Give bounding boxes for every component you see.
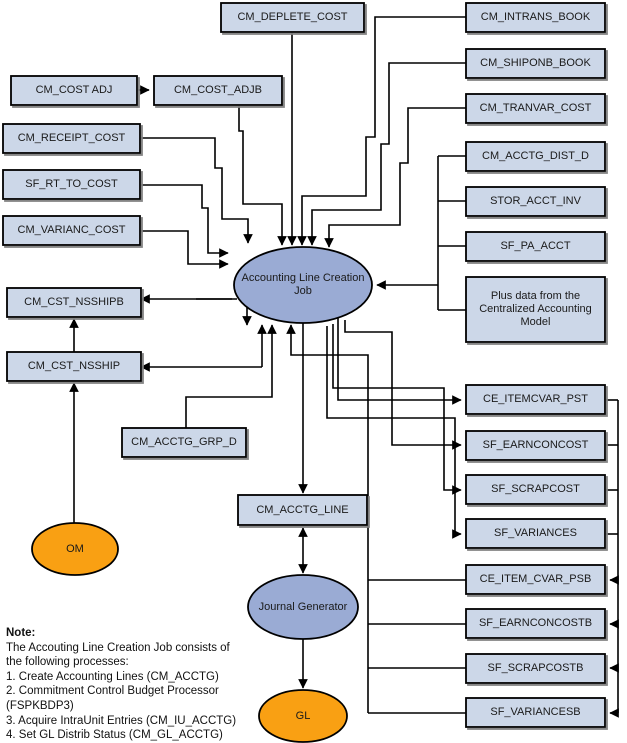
- node-cm-acctg-line[interactable]: [237, 494, 368, 526]
- edge-tranvar-to-job: [324, 107, 466, 248]
- node-cm-acctg-dist-d[interactable]: [465, 141, 606, 172]
- node-cm-shiponb-book[interactable]: [465, 48, 606, 79]
- node-cm-tranvar-cost[interactable]: [465, 93, 606, 124]
- note-item: 4. Set GL Distrib Status (CM_GL_ACCTG): [6, 729, 223, 742]
- node-cm-cst-nsshipb[interactable]: [6, 287, 142, 318]
- edge-rt-to-cost-to-job: [140, 184, 229, 258]
- node-cm-deplete-cost[interactable]: [220, 2, 365, 33]
- note-intro-line-2: the following processes:: [6, 656, 129, 669]
- edge-job-to-sf-scrapcost: [332, 324, 462, 495]
- node-sf-rt-to-cost[interactable]: [2, 169, 141, 200]
- node-sf-variancesb[interactable]: [465, 697, 606, 728]
- node-plus-data[interactable]: [465, 276, 606, 343]
- node-sf-pa-acct[interactable]: [465, 231, 606, 262]
- note-intro-line-1: The Accouting Line Creation Job consists…: [6, 641, 230, 654]
- node-cm-intrans-book[interactable]: [465, 2, 606, 33]
- node-sf-earnconcost[interactable]: [465, 430, 606, 461]
- node-cm-varianc-cost[interactable]: [2, 215, 141, 246]
- note-item: (FSPKBDP3): [6, 699, 74, 712]
- node-journal-generator[interactable]: [247, 574, 359, 640]
- edge-varianc-to-job: [140, 230, 229, 269]
- node-ce-item-cvar-psb[interactable]: [465, 564, 606, 595]
- node-ce-itemcvar-pst[interactable]: [465, 384, 606, 415]
- note-block: Note: The Accouting Line Creation Job co…: [6, 626, 264, 743]
- edge-acctg-grp-d-to-job: [185, 324, 277, 428]
- node-stor-acct-inv[interactable]: [465, 186, 606, 217]
- edge-adjb-to-job: [238, 105, 287, 246]
- node-om[interactable]: [31, 522, 119, 576]
- node-accounting-line-creation-job[interactable]: [233, 246, 373, 324]
- edge-receipt-to-job: [140, 137, 253, 244]
- edge-shiponb-to-job: [307, 62, 466, 246]
- node-gl[interactable]: [258, 689, 348, 743]
- node-cm-cost-adj[interactable]: [10, 75, 138, 106]
- note-item: 1. Create Accounting Lines (CM_ACCTG): [6, 670, 219, 683]
- node-sf-earnconcostb[interactable]: [465, 608, 606, 639]
- note-item: 2. Commitment Control Budget Processor: [6, 685, 219, 698]
- node-cm-cst-nsship[interactable]: [6, 351, 142, 382]
- node-cm-receipt-cost[interactable]: [2, 123, 141, 154]
- node-cm-cost-adjb[interactable]: [153, 75, 283, 106]
- node-sf-scrapcost[interactable]: [465, 474, 606, 505]
- note-heading: Note:: [6, 627, 36, 639]
- node-cm-acctg-grp-d[interactable]: [121, 427, 247, 458]
- note-item: 3. Acquire IntraUnit Entries (CM_IU_ACCT…: [6, 714, 237, 727]
- node-sf-scrapcostb[interactable]: [465, 653, 606, 684]
- node-sf-variances[interactable]: [465, 518, 606, 549]
